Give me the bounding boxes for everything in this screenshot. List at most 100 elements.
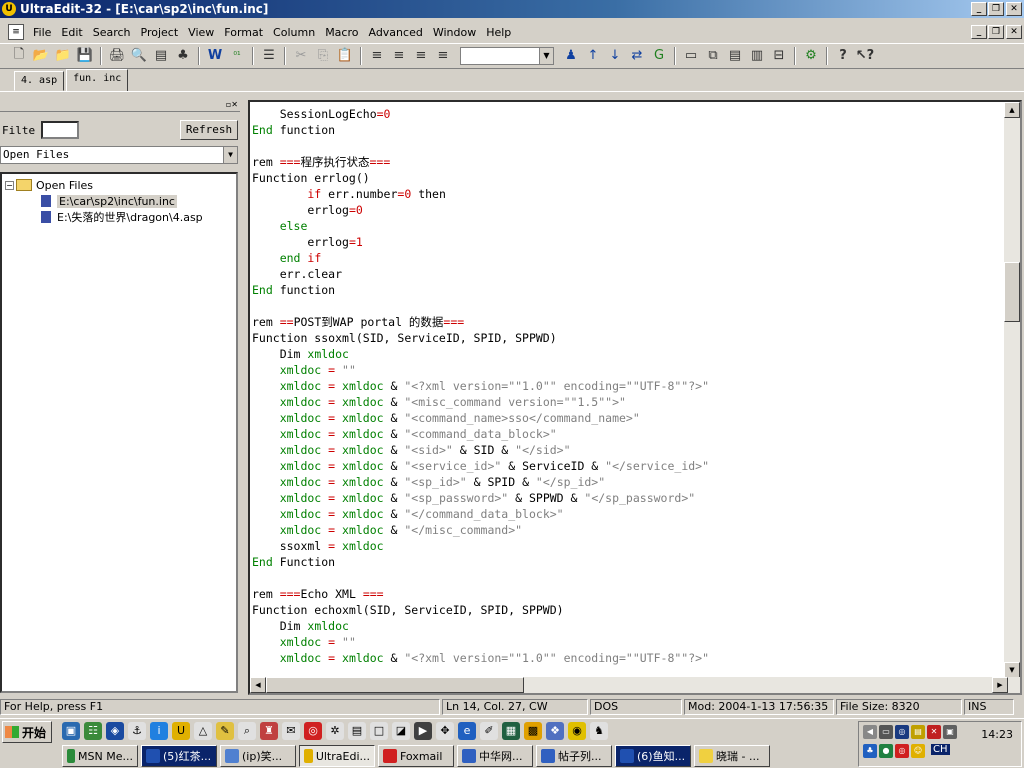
network-icon[interactable]: ☷ — [84, 722, 102, 740]
child-close-button[interactable]: ✕ — [1006, 25, 1022, 39]
note-icon[interactable]: ✐ — [480, 722, 498, 740]
menu-format[interactable]: Format — [219, 26, 268, 39]
display-icon[interactable]: ▭ — [879, 725, 893, 739]
code-line[interactable]: rem ===Echo XML === — [252, 586, 1004, 602]
replace-icon[interactable]: ⇄ — [626, 45, 648, 67]
mail-icon[interactable]: ✉ — [282, 722, 300, 740]
tree-icon[interactable]: ♣ — [172, 45, 194, 67]
ime-indicator[interactable]: CH — [931, 744, 950, 755]
print-preview-icon[interactable]: 🔍 — [128, 45, 150, 67]
scroll-up-icon[interactable]: ▲ — [1004, 102, 1020, 118]
horizontal-scrollbar[interactable]: ◀ ▶ — [250, 677, 1020, 693]
window1-icon[interactable]: ▭ — [680, 45, 702, 67]
code-line[interactable]: Function errlog() — [252, 170, 1004, 186]
menu-help[interactable]: Help — [481, 26, 516, 39]
menu-project[interactable]: Project — [136, 26, 184, 39]
code-line[interactable]: ssoxml = xmldoc — [252, 538, 1004, 554]
paste-icon[interactable]: 📋 — [334, 45, 356, 67]
code-line[interactable]: xmldoc = xmldoc & "<service_id>" & Servi… — [252, 458, 1004, 474]
tab-4-asp[interactable]: 4. asp — [14, 71, 65, 91]
menu-window[interactable]: Window — [428, 26, 481, 39]
help-icon[interactable]: ? — [832, 45, 854, 67]
scroll-left-icon[interactable]: ◀ — [250, 677, 266, 693]
taskbar-button[interactable]: UltraEdi... — [299, 745, 375, 767]
find-next-icon[interactable]: ↓ — [604, 45, 626, 67]
taskbar-button[interactable]: (5)红茶... — [141, 745, 217, 767]
code-line[interactable]: xmldoc = xmldoc & "</command_data_block>… — [252, 506, 1004, 522]
vertical-scrollbar[interactable]: ▲ ▼ — [1004, 102, 1020, 678]
code-line[interactable]: xmldoc = xmldoc & "<sid>" & SID & "</sid… — [252, 442, 1004, 458]
menu-macro[interactable]: Macro — [320, 26, 363, 39]
start-button[interactable]: 开始 — [2, 721, 52, 743]
find-icon[interactable]: ♟ — [560, 45, 582, 67]
code-line[interactable]: xmldoc = xmldoc & "<sp_password>" & SPPW… — [252, 490, 1004, 506]
scroll-down-icon[interactable]: ▼ — [1004, 662, 1020, 678]
qq-tray-icon[interactable]: ☺ — [911, 744, 925, 758]
taskbar-button[interactable]: MSN Me... — [62, 745, 138, 767]
code-line[interactable]: xmldoc = "" — [252, 634, 1004, 650]
window2-icon[interactable]: ⧉ — [702, 45, 724, 67]
tool-icon[interactable]: △ — [194, 722, 212, 740]
taskbar-button[interactable]: (6)鱼知... — [615, 745, 691, 767]
menu-file[interactable]: File — [28, 26, 56, 39]
menu-column[interactable]: Column — [268, 26, 320, 39]
code-line[interactable]: else — [252, 218, 1004, 234]
code-line[interactable]: xmldoc = xmldoc & "<command_data_block>" — [252, 426, 1004, 442]
code-line[interactable]: xmldoc = xmldoc & "<misc_command version… — [252, 394, 1004, 410]
refresh-button[interactable]: Refresh — [180, 120, 238, 140]
code-line[interactable]: xmldoc = xmldoc & "<?xml version=""1.0""… — [252, 650, 1004, 666]
format-icon[interactable]: ☰ — [258, 45, 280, 67]
code-line[interactable]: xmldoc = xmldoc & "</misc_command>" — [252, 522, 1004, 538]
document-icon[interactable]: ≡ — [8, 24, 24, 40]
msn-tray-icon[interactable]: ♣ — [863, 744, 877, 758]
align-left-icon[interactable]: ≡ — [366, 45, 388, 67]
minimize-button[interactable]: _ — [971, 2, 987, 16]
horizontal-scroll-thumb[interactable] — [266, 677, 524, 693]
open-folder-icon[interactable]: 📁 — [52, 45, 74, 67]
cascade-icon[interactable]: ▥ — [746, 45, 768, 67]
code-line[interactable]: xmldoc = "" — [252, 362, 1004, 378]
child-minimize-button[interactable]: _ — [971, 25, 987, 39]
align-right-icon[interactable]: ≡ — [410, 45, 432, 67]
search-icon[interactable]: ⌕ — [238, 722, 256, 740]
vertical-scroll-thumb[interactable] — [1004, 262, 1020, 322]
tree-root[interactable]: − Open Files — [5, 177, 233, 193]
column-icon[interactable]: ▤ — [150, 45, 172, 67]
code-line[interactable]: Function echoxml(SID, ServiceID, SPID, S… — [252, 602, 1004, 618]
menu-search[interactable]: Search — [88, 26, 136, 39]
scroll-right-icon[interactable]: ▶ — [992, 677, 1008, 693]
code-line[interactable]: End function — [252, 122, 1004, 138]
ultraedit-icon[interactable]: U — [172, 722, 190, 740]
code-editor[interactable]: SessionLogEcho=0 End function rem ===程序执行状… — [248, 100, 1022, 695]
taskbar-button[interactable]: 晓瑞 - ... — [694, 745, 770, 767]
code-line[interactable] — [252, 138, 1004, 154]
menu-edit[interactable]: Edit — [56, 26, 87, 39]
code-line[interactable]: xmldoc = xmldoc & "<command_name>sso</co… — [252, 410, 1004, 426]
pane-close-icon[interactable]: ▫✕ — [226, 100, 238, 109]
code-line[interactable]: errlog=1 — [252, 234, 1004, 250]
code-line[interactable]: Dim xmldoc — [252, 346, 1004, 362]
menu-advanced[interactable]: Advanced — [363, 26, 427, 39]
child-restore-button[interactable]: ❐ — [988, 25, 1004, 39]
antivirus-icon[interactable]: ✕ — [927, 725, 941, 739]
code-line[interactable]: end if — [252, 250, 1004, 266]
app5-icon[interactable]: ◉ — [568, 722, 586, 740]
tile-icon[interactable]: ▤ — [724, 45, 746, 67]
whatsthis-icon[interactable]: ↖? — [854, 45, 876, 67]
taskbar-button[interactable]: 帖子列... — [536, 745, 612, 767]
code-line[interactable]: xmldoc = xmldoc & "<sp_id>" & SPID & "</… — [252, 474, 1004, 490]
font-combo[interactable]: ▼ — [460, 46, 554, 65]
book-icon[interactable]: ▤ — [348, 722, 366, 740]
ie-icon[interactable]: e — [458, 722, 476, 740]
tree-file-item[interactable]: E:\失落的世界\dragon\4.asp — [5, 209, 233, 225]
usb-icon[interactable]: ▣ — [943, 725, 957, 739]
chart-icon[interactable]: ◪ — [392, 722, 410, 740]
code-line[interactable]: err.clear — [252, 266, 1004, 282]
gear-icon[interactable]: ✲ — [326, 722, 344, 740]
code-line[interactable]: SessionLogEcho=0 — [252, 106, 1004, 122]
wordwrap-icon[interactable]: W — [204, 45, 226, 67]
media-icon[interactable]: ▶ — [414, 722, 432, 740]
print-icon[interactable]: 🖨 — [106, 45, 128, 67]
copy-icon[interactable]: ⎘ — [312, 45, 334, 67]
taskbar-button[interactable]: Foxmail — [378, 745, 454, 767]
